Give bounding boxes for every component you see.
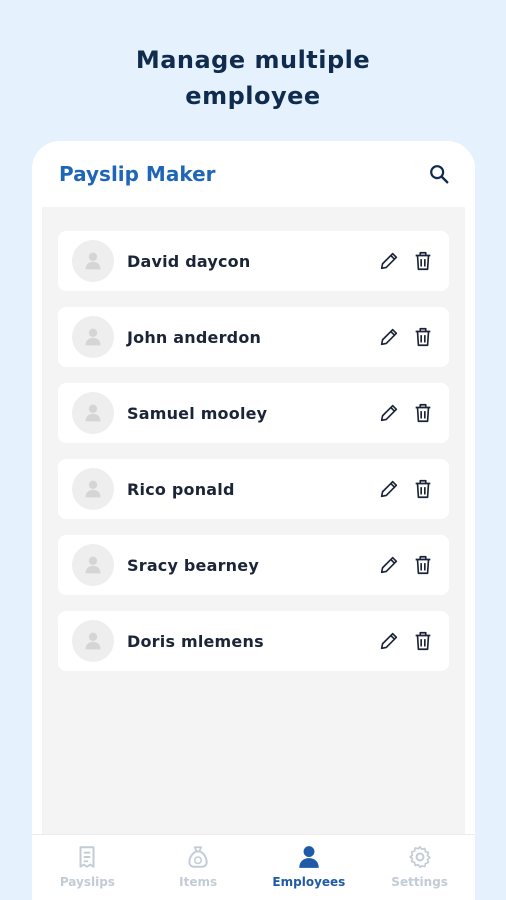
delete-button[interactable] [411,629,435,653]
employee-name: Samuel mooley [127,403,268,423]
edit-button[interactable] [377,477,401,501]
avatar [72,468,114,510]
edit-button[interactable] [377,401,401,425]
delete-button[interactable] [411,477,435,501]
employee-name: Sracy bearney [127,555,259,575]
delete-button[interactable] [411,249,435,273]
money-bag-icon [188,846,208,868]
phone-frame: Payslip Maker David daycon John anderdon… [32,141,475,900]
nav-label: Payslips [59,875,115,889]
edit-button[interactable] [377,553,401,577]
avatar [72,240,114,282]
avatar [72,544,114,586]
nav-label: Settings [391,875,448,889]
employee-name: Rico ponald [127,479,235,499]
trash-icon [415,479,431,499]
app-title: Payslip Maker [59,162,216,186]
employee-card[interactable]: Sracy bearney [58,535,449,595]
promo-line-2: employee [185,82,321,110]
nav-item-employees[interactable]: Employees [259,843,359,889]
trash-icon [415,327,431,347]
trash-icon [415,251,431,271]
avatar [72,620,114,662]
employee-name: John anderdon [127,327,262,347]
avatar [72,392,114,434]
person-placeholder-icon [85,404,101,422]
pencil-icon [380,556,398,574]
employee-name: David daycon [127,251,251,271]
employee-card[interactable]: John anderdon [58,307,449,367]
promo-title: Manage multiple employee [0,42,506,114]
search-icon [430,165,449,184]
person-icon [299,846,319,868]
nav-label: Items [179,875,218,889]
nav-item-settings[interactable]: Settings [370,843,470,889]
edit-button[interactable] [377,325,401,349]
person-placeholder-icon [85,480,101,498]
pencil-icon [380,480,398,498]
app-bar: Payslip Maker [32,141,475,207]
employee-list: David daycon John anderdon Samuel mooley… [42,207,465,671]
nav-item-items[interactable]: Items [148,843,248,889]
pencil-icon [380,328,398,346]
employee-card[interactable]: Doris mlemens [58,611,449,671]
search-button[interactable] [427,162,451,186]
avatar [72,316,114,358]
trash-icon [415,631,431,651]
gear-icon [408,845,431,869]
person-placeholder-icon [85,252,101,270]
employee-list-area: David daycon John anderdon Samuel mooley… [42,207,465,900]
promo-line-1: Manage multiple [135,46,371,74]
pencil-icon [380,252,398,270]
person-placeholder-icon [85,632,101,650]
employee-card[interactable]: Rico ponald [58,459,449,519]
pencil-icon [380,632,398,650]
delete-button[interactable] [411,325,435,349]
nav-label: Employees [272,875,346,889]
nav-item-payslips[interactable]: Payslips [37,843,137,889]
bottom-navigation: Payslips Items Employees Settings [32,834,475,900]
person-placeholder-icon [85,328,101,346]
trash-icon [415,555,431,575]
edit-button[interactable] [377,629,401,653]
employee-card[interactable]: Samuel mooley [58,383,449,443]
receipt-icon [79,846,95,868]
trash-icon [415,403,431,423]
edit-button[interactable] [377,249,401,273]
delete-button[interactable] [411,401,435,425]
person-placeholder-icon [85,556,101,574]
pencil-icon [380,404,398,422]
employee-card[interactable]: David daycon [58,231,449,291]
delete-button[interactable] [411,553,435,577]
employee-name: Doris mlemens [127,631,264,651]
